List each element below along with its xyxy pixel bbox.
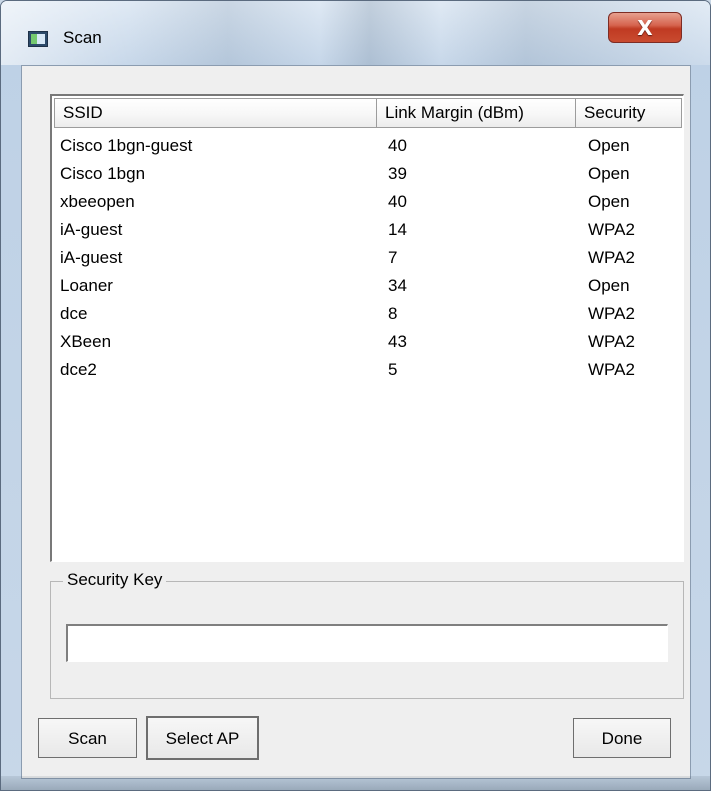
done-button[interactable]: Done bbox=[573, 718, 671, 758]
link-margin-cell: 39 bbox=[388, 164, 407, 183]
link-margin-cell: 7 bbox=[388, 248, 398, 267]
security-cell: Open bbox=[588, 192, 630, 211]
ssid-cell: dce bbox=[60, 304, 88, 323]
ssid-cell: iA-guest bbox=[60, 220, 123, 239]
close-button[interactable]: X bbox=[608, 12, 682, 43]
ssid-cell: XBeen bbox=[60, 332, 112, 351]
network-list[interactable]: SSID Link Margin (dBm) Security Cisco 1b… bbox=[50, 94, 684, 562]
security-cell: WPA2 bbox=[588, 332, 635, 351]
link-margin-cell: 34 bbox=[388, 276, 407, 295]
link-margin-cell: 43 bbox=[388, 332, 407, 351]
table-row[interactable]: Cisco 1bgn-guest 40 Open bbox=[52, 132, 683, 160]
link-margin-cell: 5 bbox=[388, 360, 398, 379]
scan-app-icon bbox=[28, 31, 48, 47]
security-cell: WPA2 bbox=[588, 248, 635, 267]
table-row[interactable]: iA-guest 7 WPA2 bbox=[52, 244, 683, 272]
link-margin-cell: 40 bbox=[388, 192, 407, 211]
ssid-cell: dce2 bbox=[60, 360, 97, 379]
ssid-cell: Cisco 1bgn-guest bbox=[60, 136, 193, 155]
table-row[interactable]: iA-guest 14 WPA2 bbox=[52, 216, 683, 244]
table-row[interactable]: XBeen 43 WPA2 bbox=[52, 328, 683, 356]
security-cell: Open bbox=[588, 276, 630, 295]
security-key-group: Security Key bbox=[50, 569, 684, 699]
security-key-input[interactable] bbox=[66, 624, 668, 662]
table-row[interactable]: Loaner 34 Open bbox=[52, 272, 683, 300]
table-row[interactable]: dce 8 WPA2 bbox=[52, 300, 683, 328]
link-margin-cell: 8 bbox=[388, 304, 398, 323]
security-cell: WPA2 bbox=[588, 360, 635, 379]
select-ap-button[interactable]: Select AP bbox=[146, 716, 259, 760]
network-list-header: SSID Link Margin (dBm) Security bbox=[52, 96, 683, 130]
link-margin-cell: 14 bbox=[388, 220, 407, 239]
ssid-cell: xbeeopen bbox=[60, 192, 135, 211]
ssid-cell: iA-guest bbox=[60, 248, 123, 267]
ssid-cell: Loaner bbox=[60, 276, 113, 295]
scan-window: Scan X SSID Link Margin (dBm) Security C… bbox=[0, 0, 711, 791]
security-cell: WPA2 bbox=[588, 304, 635, 323]
column-header-security[interactable]: Security bbox=[575, 98, 682, 128]
scan-button[interactable]: Scan bbox=[38, 718, 137, 758]
network-rows: Cisco 1bgn-guest 40 Open Cisco 1bgn 39 O… bbox=[52, 132, 683, 384]
ssid-cell: Cisco 1bgn bbox=[60, 164, 146, 183]
table-row[interactable]: Cisco 1bgn 39 Open bbox=[52, 160, 683, 188]
column-header-link-margin[interactable]: Link Margin (dBm) bbox=[376, 98, 576, 128]
title-bar[interactable]: Scan X bbox=[1, 1, 710, 65]
window-title: Scan bbox=[63, 28, 102, 47]
security-cell: Open bbox=[588, 164, 630, 183]
window-bottom-shadow bbox=[1, 776, 710, 790]
security-cell: Open bbox=[588, 136, 630, 155]
security-key-label: Security Key bbox=[63, 569, 167, 591]
table-row[interactable]: xbeeopen 40 Open bbox=[52, 188, 683, 216]
column-header-ssid[interactable]: SSID bbox=[54, 98, 378, 128]
link-margin-cell: 40 bbox=[388, 136, 407, 155]
table-row[interactable]: dce2 5 WPA2 bbox=[52, 356, 683, 384]
security-cell: WPA2 bbox=[588, 220, 635, 239]
dialog-client-area: SSID Link Margin (dBm) Security Cisco 1b… bbox=[21, 65, 691, 779]
